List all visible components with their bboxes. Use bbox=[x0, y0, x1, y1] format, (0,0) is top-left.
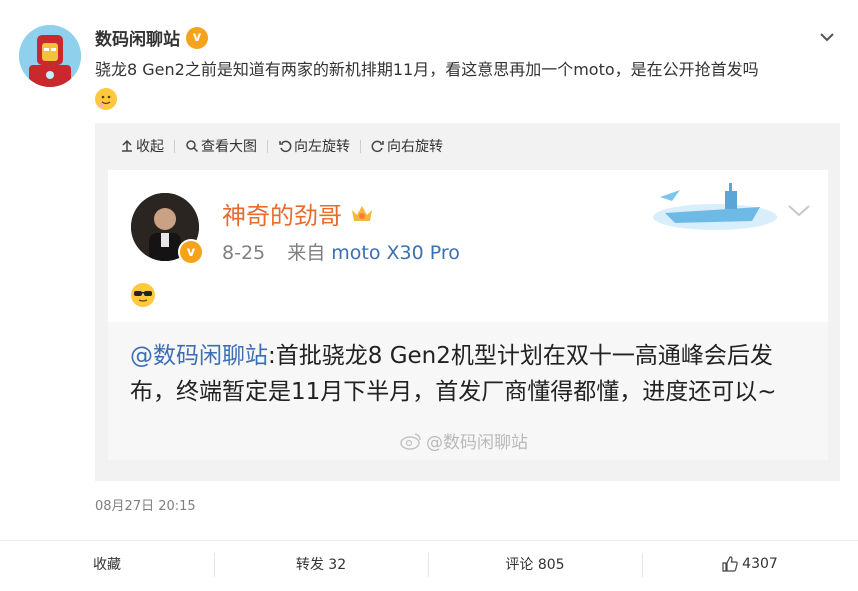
author-name-text[interactable]: 数码闲聊站 bbox=[95, 25, 180, 50]
image-verified-badge-icon: v bbox=[178, 239, 204, 265]
aircraft-carrier-decoration-icon bbox=[640, 175, 780, 235]
view-large-label: 查看大图 bbox=[201, 139, 257, 155]
comment-label: 评论 805 bbox=[505, 557, 565, 573]
thinking-emoji-icon bbox=[95, 88, 117, 110]
favorite-button[interactable]: 收藏 bbox=[0, 541, 214, 587]
author-avatar[interactable] bbox=[19, 25, 81, 87]
weibo-logo-icon bbox=[400, 432, 421, 450]
image-chevron-down-icon bbox=[786, 201, 812, 225]
toolbar-divider bbox=[267, 139, 268, 153]
favorite-label: 收藏 bbox=[93, 557, 121, 573]
sunglasses-emoji-icon bbox=[130, 282, 156, 312]
crown-icon bbox=[352, 205, 372, 221]
post-text: 骁龙8 Gen2之前是知道有两家的新机排期11月，看这意思再加一个moto，是在… bbox=[95, 58, 835, 110]
post-timestamp[interactable]: 08月27日 20:15 bbox=[95, 495, 196, 514]
collapse-arrow-icon bbox=[122, 139, 132, 152]
rotate-left-label: 向左旋转 bbox=[294, 139, 350, 155]
like-button[interactable]: 4307 bbox=[642, 541, 858, 587]
rotate-left-icon bbox=[279, 140, 292, 153]
toolbar-divider bbox=[174, 139, 175, 153]
repost-label: 转发 32 bbox=[295, 557, 347, 573]
image-source-device: moto X30 Pro bbox=[331, 242, 460, 264]
rotate-right-button[interactable]: 向右旋转 bbox=[371, 136, 443, 156]
image-from-label: 来自 bbox=[287, 242, 326, 264]
collapse-label: 收起 bbox=[136, 139, 164, 155]
image-author-name: 神奇的劲哥 bbox=[222, 196, 374, 231]
verified-badge-icon: v bbox=[186, 26, 208, 49]
comment-button[interactable]: 评论 805 bbox=[428, 541, 642, 587]
repost-button[interactable]: 转发 32 bbox=[214, 541, 428, 587]
chevron-down-icon[interactable] bbox=[816, 26, 838, 48]
rotate-right-icon bbox=[371, 140, 384, 153]
image-author-name-text: 神奇的劲哥 bbox=[222, 202, 342, 230]
author-name[interactable]: 数码闲聊站 v bbox=[95, 25, 208, 50]
post-text-body: 骁龙8 Gen2之前是知道有两家的新机排期11月，看这意思再加一个moto，是在… bbox=[95, 60, 759, 79]
toolbar-divider bbox=[360, 139, 361, 153]
image-post-meta: 8-25 来自 moto X30 Pro bbox=[222, 238, 460, 265]
view-large-button[interactable]: 查看大图 bbox=[185, 136, 257, 156]
ironman-avatar-icon bbox=[19, 25, 81, 87]
rotate-left-button[interactable]: 向左旋转 bbox=[278, 136, 350, 156]
magnifier-icon bbox=[186, 140, 199, 153]
like-count: 4307 bbox=[742, 556, 778, 572]
image-post-date: 8-25 bbox=[222, 242, 266, 264]
thumbs-up-icon bbox=[722, 556, 738, 572]
image-watermark-text: @数码闲聊站 bbox=[426, 433, 528, 453]
rotate-right-label: 向右旋转 bbox=[387, 139, 443, 155]
image-watermark: @数码闲聊站 bbox=[400, 428, 528, 453]
collapse-button[interactable]: 收起 bbox=[120, 136, 164, 156]
image-toolbar: 收起 查看大图 向左旋转 向右旋转 bbox=[120, 136, 443, 156]
image-mention: @数码闲聊站 bbox=[130, 343, 268, 369]
action-bar: 收藏 转发 32 评论 805 4307 bbox=[0, 540, 858, 587]
image-quote-text: @数码闲聊站:首批骁龙8 Gen2机型计划在双十一高通峰会后发布，终端暂定是11… bbox=[130, 338, 810, 410]
